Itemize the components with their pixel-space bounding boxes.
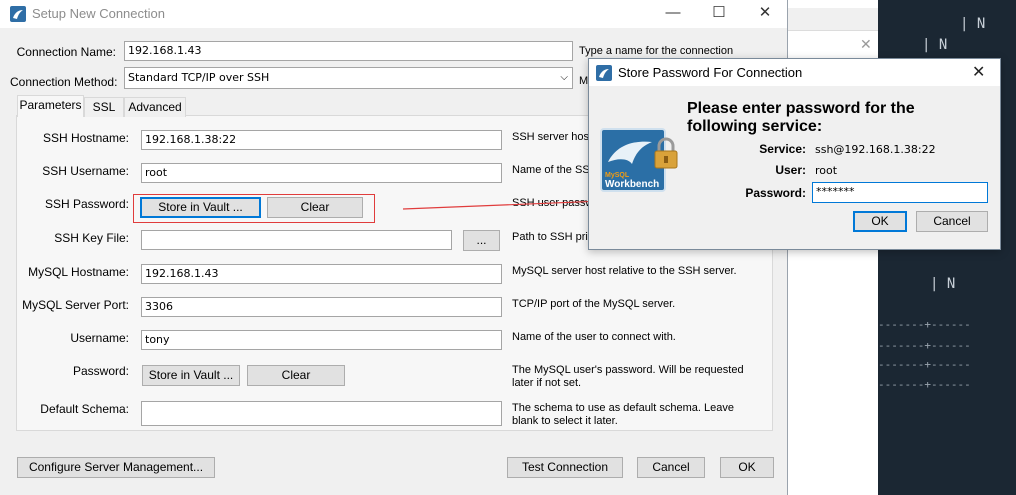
password-hint-line-2: later if not set. bbox=[512, 377, 582, 389]
ssh-keyfile-hint: Path to SSH priv bbox=[512, 231, 594, 243]
connection-method-value: Standard TCP/IP over SSH bbox=[128, 71, 270, 84]
ok-button[interactable]: OK bbox=[720, 457, 774, 478]
ssh-hostname-hint: SSH server host bbox=[512, 131, 593, 143]
connection-method-select[interactable]: Standard TCP/IP over SSH ⌵ bbox=[124, 67, 573, 89]
username-hint: Name of the user to connect with. bbox=[512, 331, 676, 343]
pw-dialog-title: Store Password For Connection bbox=[618, 65, 803, 80]
default-schema-input[interactable] bbox=[141, 401, 502, 426]
title-bar: Setup New Connection — ☐ ✕ bbox=[0, 0, 787, 28]
connection-name-hint: Type a name for the connection bbox=[579, 45, 734, 57]
lock-icon bbox=[652, 137, 680, 169]
ssh-keyfile-input[interactable] bbox=[141, 230, 452, 250]
connection-method-label: Connection Method: bbox=[10, 75, 118, 89]
service-value: ssh@192.168.1.38:22 bbox=[815, 143, 936, 156]
schema-hint-line-1: The schema to use as default schema. Lea… bbox=[512, 402, 734, 414]
pw-heading: Please enter password for the following … bbox=[687, 100, 915, 135]
mysql-hostname-label: MySQL Hostname: bbox=[28, 265, 129, 279]
workbench-app-icon bbox=[10, 6, 26, 22]
workbench-app-icon bbox=[596, 65, 612, 81]
default-schema-label: Default Schema: bbox=[40, 402, 129, 416]
store-in-vault-button[interactable]: Store in Vault ... bbox=[142, 365, 240, 386]
ssh-hostname-input[interactable]: 192.168.1.38:22 bbox=[141, 130, 502, 150]
password-hint-line-1: The MySQL user's password. Will be reque… bbox=[512, 364, 744, 376]
background-window-toolbar bbox=[788, 8, 878, 31]
close-icon[interactable]: ✕ bbox=[742, 0, 788, 28]
cancel-button[interactable]: Cancel bbox=[637, 457, 705, 478]
terminal-dash-line: -------+------ bbox=[878, 339, 971, 352]
connection-name-input[interactable]: 192.168.1.43 bbox=[124, 41, 573, 61]
logo-text: Workbench bbox=[605, 179, 660, 190]
window-title: Setup New Connection bbox=[32, 6, 165, 21]
mysql-hostname-input[interactable]: 192.168.1.43 bbox=[141, 264, 502, 284]
user-label: User: bbox=[775, 163, 806, 177]
password-label: Password: bbox=[72, 364, 129, 378]
ssh-password-label: SSH Password: bbox=[44, 197, 129, 211]
ssh-hostname-label: SSH Hostname: bbox=[42, 131, 129, 145]
chevron-down-icon: ⌵ bbox=[560, 72, 568, 83]
logo-small-text: MySQL bbox=[605, 172, 630, 179]
mysql-hostname-hint: MySQL server host relative to the SSH se… bbox=[512, 265, 737, 277]
ssh-username-label: SSH Username: bbox=[42, 164, 129, 178]
tab-advanced[interactable]: Advanced bbox=[124, 97, 186, 117]
ssh-keyfile-label: SSH Key File: bbox=[54, 231, 129, 245]
ssh-password-hint: SSH user passw bbox=[512, 197, 594, 209]
terminal-line: | N bbox=[930, 276, 956, 292]
terminal-dash-line: -------+------ bbox=[878, 318, 971, 331]
service-label: Service: bbox=[759, 142, 806, 156]
pw-title-bar: Store Password For Connection ✕ bbox=[589, 59, 1000, 86]
pw-ok-button[interactable]: OK bbox=[853, 211, 907, 232]
user-value: root bbox=[815, 164, 838, 177]
terminal-line: | N bbox=[960, 16, 986, 32]
username-input[interactable]: tony bbox=[141, 330, 502, 350]
ssh-username-hint: Name of the SS bbox=[512, 164, 590, 176]
password-input[interactable]: ******* bbox=[812, 182, 988, 203]
test-connection-button[interactable]: Test Connection bbox=[507, 457, 623, 478]
connection-method-hint: M bbox=[579, 75, 589, 87]
close-icon[interactable]: ✕ bbox=[972, 62, 985, 82]
highlight-box bbox=[133, 194, 375, 223]
minimize-icon[interactable]: — bbox=[650, 0, 696, 28]
background-close-icon[interactable]: ✕ bbox=[860, 36, 872, 53]
terminal-dash-line: -------+------ bbox=[878, 378, 971, 391]
username-label: Username: bbox=[70, 331, 129, 345]
mysql-port-input[interactable]: 3306 bbox=[141, 297, 502, 317]
ssh-username-input[interactable]: root bbox=[141, 163, 502, 183]
terminal-dash-line: -------+------ bbox=[878, 358, 971, 371]
store-password-dialog: Store Password For Connection ✕ MySQL Wo… bbox=[588, 58, 1001, 250]
mysql-port-label: MySQL Server Port: bbox=[22, 298, 129, 312]
configure-server-management-button[interactable]: Configure Server Management... bbox=[17, 457, 215, 478]
terminal-line: | N bbox=[922, 37, 948, 53]
connection-name-label: Connection Name: bbox=[16, 45, 116, 59]
mysql-port-hint: TCP/IP port of the MySQL server. bbox=[512, 298, 676, 310]
password-label: Password: bbox=[745, 186, 806, 200]
pw-cancel-button[interactable]: Cancel bbox=[916, 211, 988, 232]
tab-parameters[interactable]: Parameters bbox=[17, 95, 84, 117]
clear-password-button[interactable]: Clear bbox=[247, 365, 345, 386]
schema-hint-line-2: blank to select it later. bbox=[512, 415, 618, 427]
tab-ssl[interactable]: SSL bbox=[84, 97, 124, 117]
browse-keyfile-button[interactable]: ... bbox=[463, 230, 500, 251]
maximize-icon[interactable]: ☐ bbox=[696, 0, 742, 28]
